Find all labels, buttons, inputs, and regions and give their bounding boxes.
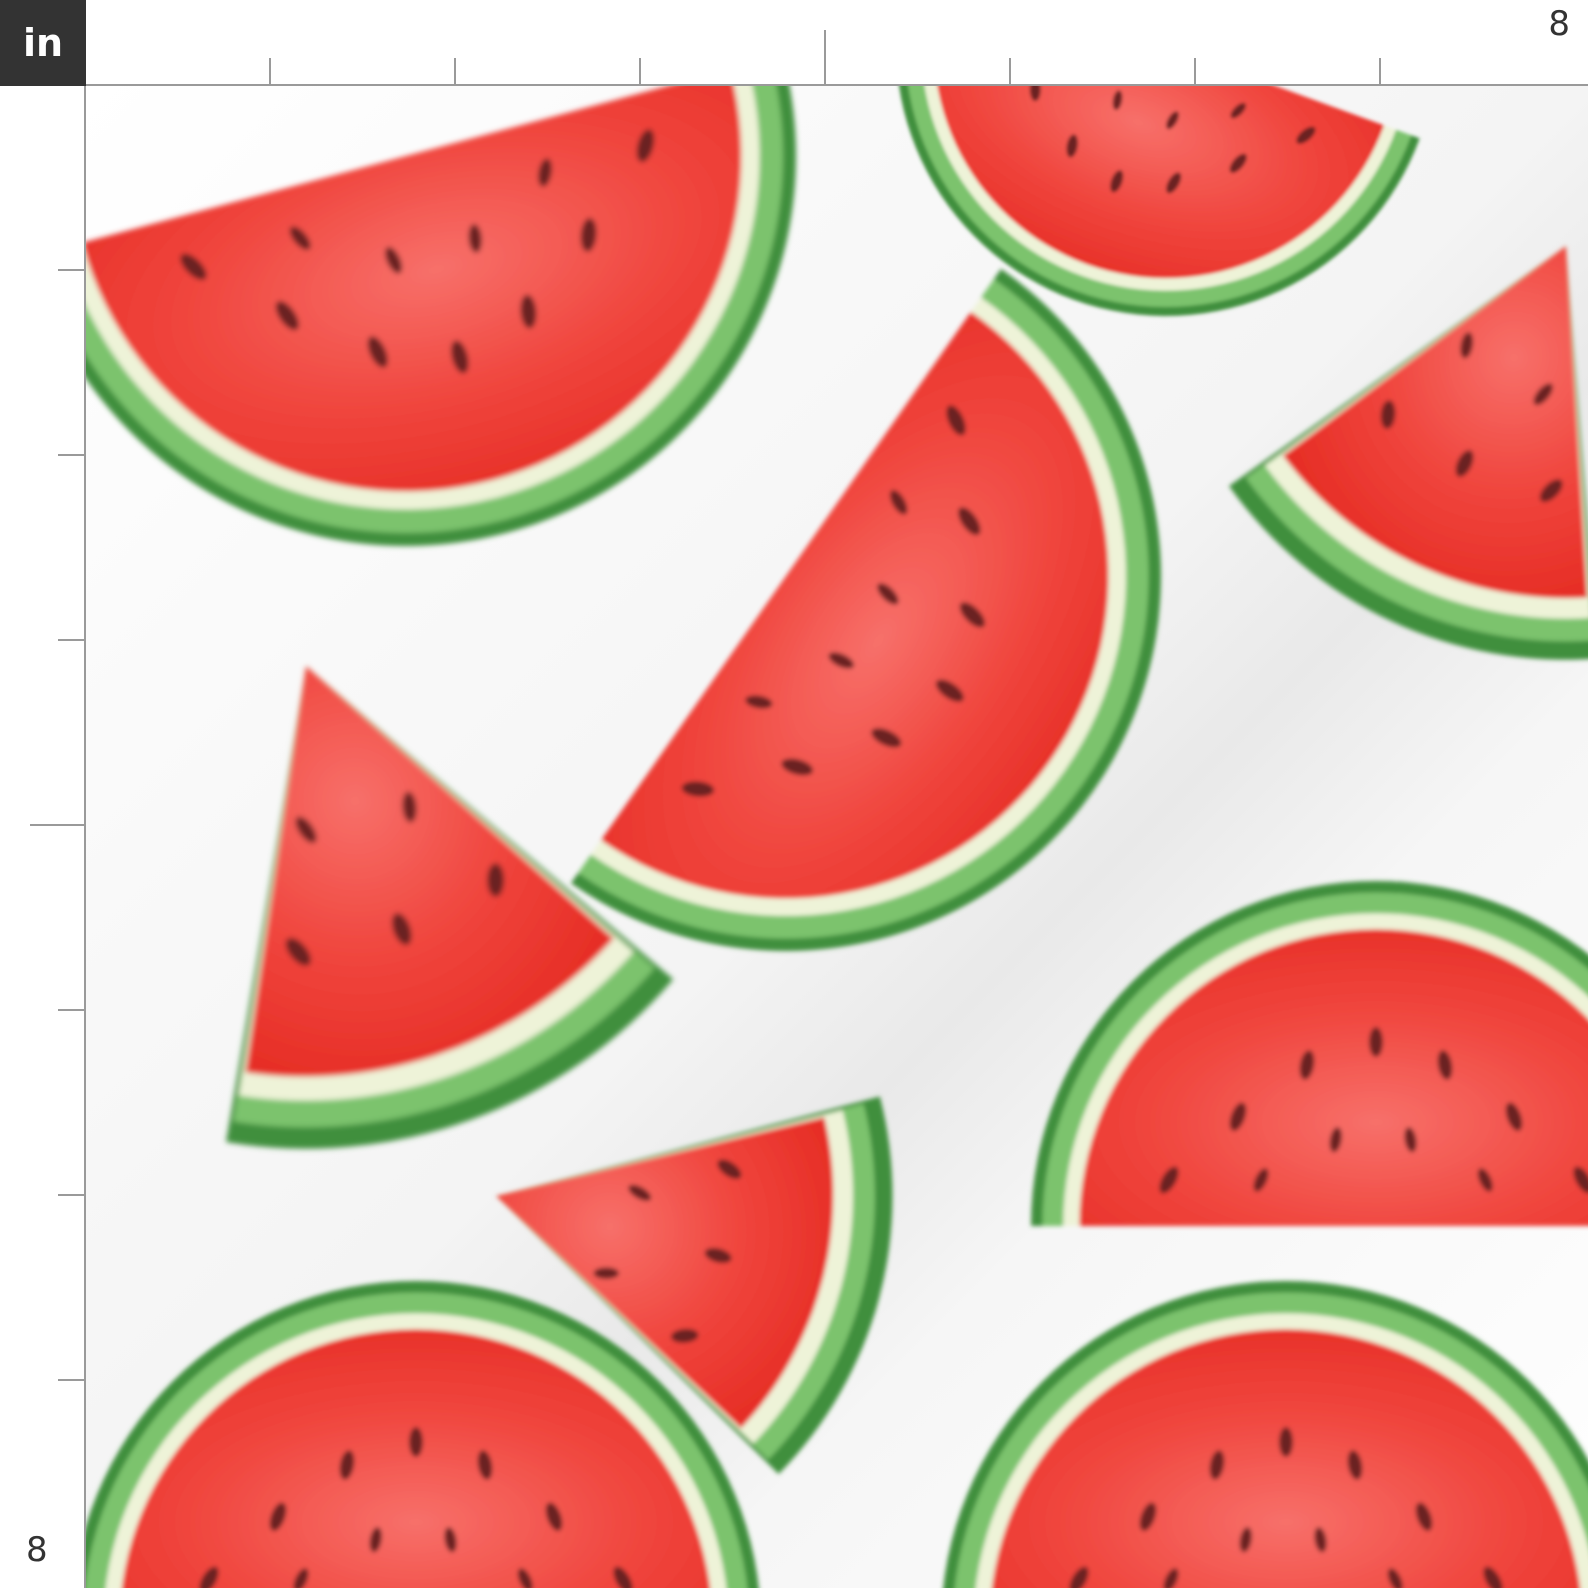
ruler-left-tick <box>58 639 84 641</box>
ruler-top-tick <box>269 58 271 84</box>
pattern-canvas <box>86 86 1588 1588</box>
ruler-left-tick <box>58 1194 84 1196</box>
ruler-top-tick <box>1194 58 1196 84</box>
ruler-top-end-label: 8 <box>1548 4 1570 44</box>
ruler-left-end-label: 8 <box>26 1530 48 1570</box>
ruler-left-tick <box>58 1009 84 1011</box>
ruler-top-tick <box>454 58 456 84</box>
ruler-top-tick-major <box>824 30 826 84</box>
ruler-left-tick <box>58 1379 84 1381</box>
ruler-top-tick <box>639 58 641 84</box>
unit-badge: in <box>0 0 86 86</box>
ruler-top-tick <box>1009 58 1011 84</box>
ruler-left: 8 <box>0 86 86 1588</box>
ruler-top-tick <box>1379 58 1381 84</box>
ruler-top: 8 <box>86 0 1588 86</box>
ruler-left-tick <box>58 269 84 271</box>
fabric-preview: in 8 8 <box>0 0 1588 1588</box>
watermelon-pattern <box>86 86 1588 1588</box>
ruler-left-tick <box>58 454 84 456</box>
ruler-left-tick-major <box>30 824 84 826</box>
